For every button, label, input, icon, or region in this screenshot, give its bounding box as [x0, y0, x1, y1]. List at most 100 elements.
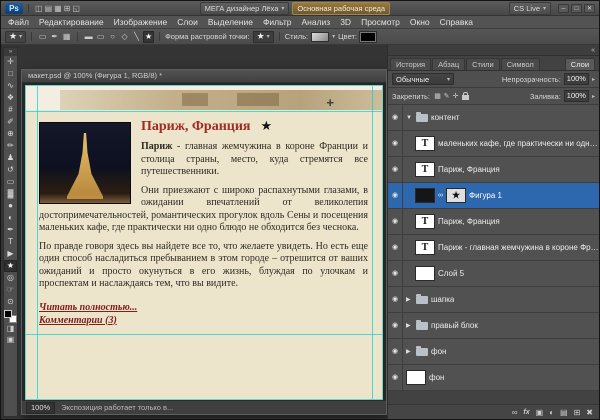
menu-item[interactable]: Выделение	[203, 17, 258, 27]
tab-layers[interactable]: Слои	[565, 58, 595, 70]
rectangle-tool-icon[interactable]: ▬	[83, 31, 94, 43]
delete-layer-icon[interactable]: ✖	[586, 408, 593, 417]
zoom-tool[interactable]: ⊙	[4, 296, 17, 308]
group-disclosure-icon[interactable]: ▶	[406, 296, 413, 303]
layer-row[interactable]: ◉Tмаленьких кафе, где практически ни одн…	[388, 131, 599, 157]
layer-row[interactable]: ◉TПариж - главная жемчужина в короне Фра…	[388, 235, 599, 261]
layer-row[interactable]: ◉TПариж, Франция	[388, 209, 599, 235]
screen-mode-icon[interactable]: ◱	[71, 3, 81, 14]
hand-tool[interactable]: ☞	[4, 284, 17, 296]
menu-item[interactable]: Окно	[405, 17, 435, 27]
new-layer-icon[interactable]: ⊞	[574, 408, 581, 417]
new-adjustment-layer-icon[interactable]: ◐	[549, 408, 554, 417]
custom-shape-picker[interactable]: ★ ▾	[253, 31, 274, 43]
tab-history[interactable]: История	[390, 58, 431, 70]
layer-group-row[interactable]: ◉▼контент	[388, 105, 599, 131]
minimize-button[interactable]: ─	[558, 4, 569, 13]
path-selection-tool[interactable]: ▶	[4, 248, 17, 260]
clone-stamp-tool[interactable]: ♟	[4, 152, 17, 164]
eyedropper-tool[interactable]: ✐	[4, 116, 17, 128]
menu-item[interactable]: Изображение	[109, 17, 173, 27]
tab-paragraph[interactable]: Абзац	[432, 58, 465, 70]
line-tool-icon[interactable]: ╲	[131, 31, 142, 43]
group-disclosure-icon[interactable]: ▼	[406, 115, 413, 121]
eraser-tool[interactable]: ▭	[4, 176, 17, 188]
new-group-icon[interactable]: ▤	[560, 408, 568, 417]
style-picker[interactable]	[311, 32, 329, 42]
lock-all-icon[interactable]	[462, 95, 469, 100]
layer-visibility-eye-icon[interactable]: ◉	[388, 131, 403, 156]
type-tool[interactable]: T	[4, 236, 17, 248]
brush-tool[interactable]: ✏	[4, 140, 17, 152]
crop-tool[interactable]: #	[4, 104, 17, 116]
custom-shape-tool-icon[interactable]: ★	[143, 31, 154, 43]
shape-layers-mode-icon[interactable]: ▭	[37, 31, 48, 43]
shape-color-swatch[interactable]	[360, 32, 376, 42]
menu-item[interactable]: Файл	[3, 17, 34, 27]
layer-visibility-eye-icon[interactable]: ◉	[388, 183, 403, 208]
polygon-tool-icon[interactable]: ◇	[119, 31, 130, 43]
zoom-level-field[interactable]: 100%	[26, 402, 55, 414]
lock-transparency-icon[interactable]: ▦	[433, 92, 442, 100]
rounded-rectangle-tool-icon[interactable]: ▭	[95, 31, 106, 43]
tab-styles[interactable]: Стили	[466, 58, 500, 70]
fill-pixels-mode-icon[interactable]: ▦	[61, 31, 72, 43]
layer-visibility-eye-icon[interactable]: ◉	[388, 365, 403, 390]
zoom-tool-icon[interactable]: ▦	[53, 3, 63, 14]
custom-shape-tool[interactable]: ★	[4, 260, 17, 272]
cs-live-button[interactable]: CS Live ▾	[509, 2, 551, 15]
quick-mask-icon[interactable]: ◨	[4, 323, 17, 334]
group-disclosure-icon[interactable]: ▶	[406, 348, 413, 355]
menu-item[interactable]: Справка	[435, 17, 478, 27]
layer-visibility-eye-icon[interactable]: ◉	[388, 157, 403, 182]
opacity-value[interactable]: 100%	[564, 73, 589, 85]
layer-style-icon[interactable]: fx	[523, 409, 529, 416]
menu-item[interactable]: Фильтр	[258, 17, 297, 27]
pen-tool[interactable]: ✒	[4, 224, 17, 236]
workspace-switcher-button[interactable]: МЕГА дизайнер Лёха ▾	[200, 2, 290, 15]
layer-visibility-eye-icon[interactable]: ◉	[388, 105, 403, 130]
layer-visibility-eye-icon[interactable]: ◉	[388, 209, 403, 234]
arrange-documents-icon[interactable]: ⊞	[63, 3, 72, 14]
menu-item[interactable]: Анализ	[297, 17, 336, 27]
collapse-panels-icon[interactable]: «	[591, 47, 595, 54]
blend-mode-select[interactable]: Обычные ▾	[392, 73, 454, 85]
view-extras-icon[interactable]: ▤	[44, 3, 54, 14]
marquee-tool[interactable]: □	[4, 68, 17, 80]
move-tool[interactable]: ✛	[4, 56, 17, 68]
foreground-color-swatch[interactable]	[4, 310, 12, 318]
screen-mode-icon[interactable]: ▣	[4, 334, 17, 345]
canvas-document[interactable]: + Париж, Франция★ Париж - главная жемчуж…	[25, 85, 383, 400]
fill-value[interactable]: 100%	[564, 90, 589, 102]
layer-visibility-eye-icon[interactable]: ◉	[388, 235, 403, 260]
lock-position-icon[interactable]: ✛	[451, 92, 460, 100]
lasso-tool[interactable]: ∿	[4, 80, 17, 92]
menu-item[interactable]: Слои	[172, 17, 203, 27]
link-layers-icon[interactable]: ∞	[512, 408, 518, 417]
paths-mode-icon[interactable]: ✒	[49, 31, 60, 43]
layer-visibility-eye-icon[interactable]: ◉	[388, 261, 403, 286]
healing-brush-tool[interactable]: ⊕	[4, 128, 17, 140]
quick-selection-tool[interactable]: ❖	[4, 92, 17, 104]
bridge-icon[interactable]: ◫	[34, 3, 44, 14]
tools-panel-expand-icon[interactable]: »	[4, 48, 17, 56]
history-brush-tool[interactable]: ↺	[4, 164, 17, 176]
opacity-slider-icon[interactable]: ▸	[592, 76, 595, 83]
blur-tool[interactable]: ●	[4, 200, 17, 212]
ellipse-tool-icon[interactable]: ○	[107, 31, 118, 43]
3d-rotate-tool[interactable]: ◎	[4, 272, 17, 284]
workspace-active-button[interactable]: Основная рабочая среда	[292, 2, 390, 15]
maximize-button[interactable]: □	[571, 4, 582, 13]
add-layer-mask-icon[interactable]: ▣	[536, 408, 544, 417]
layer-visibility-eye-icon[interactable]: ◉	[388, 287, 403, 312]
dodge-tool[interactable]: ◐	[4, 212, 17, 224]
fill-slider-icon[interactable]: ▸	[592, 93, 595, 100]
layer-row[interactable]: ◉TПариж, Франция	[388, 157, 599, 183]
tool-preset-picker[interactable]: ★ ▾	[5, 31, 26, 43]
layer-group-row[interactable]: ◉▶правый блок	[388, 313, 599, 339]
group-disclosure-icon[interactable]: ▶	[406, 322, 413, 329]
menu-item[interactable]: 3D	[335, 17, 356, 27]
layer-visibility-eye-icon[interactable]: ◉	[388, 339, 403, 364]
layer-group-row[interactable]: ◉▶фон	[388, 339, 599, 365]
layer-row[interactable]: ◉∞★Фигура 1	[388, 183, 599, 209]
